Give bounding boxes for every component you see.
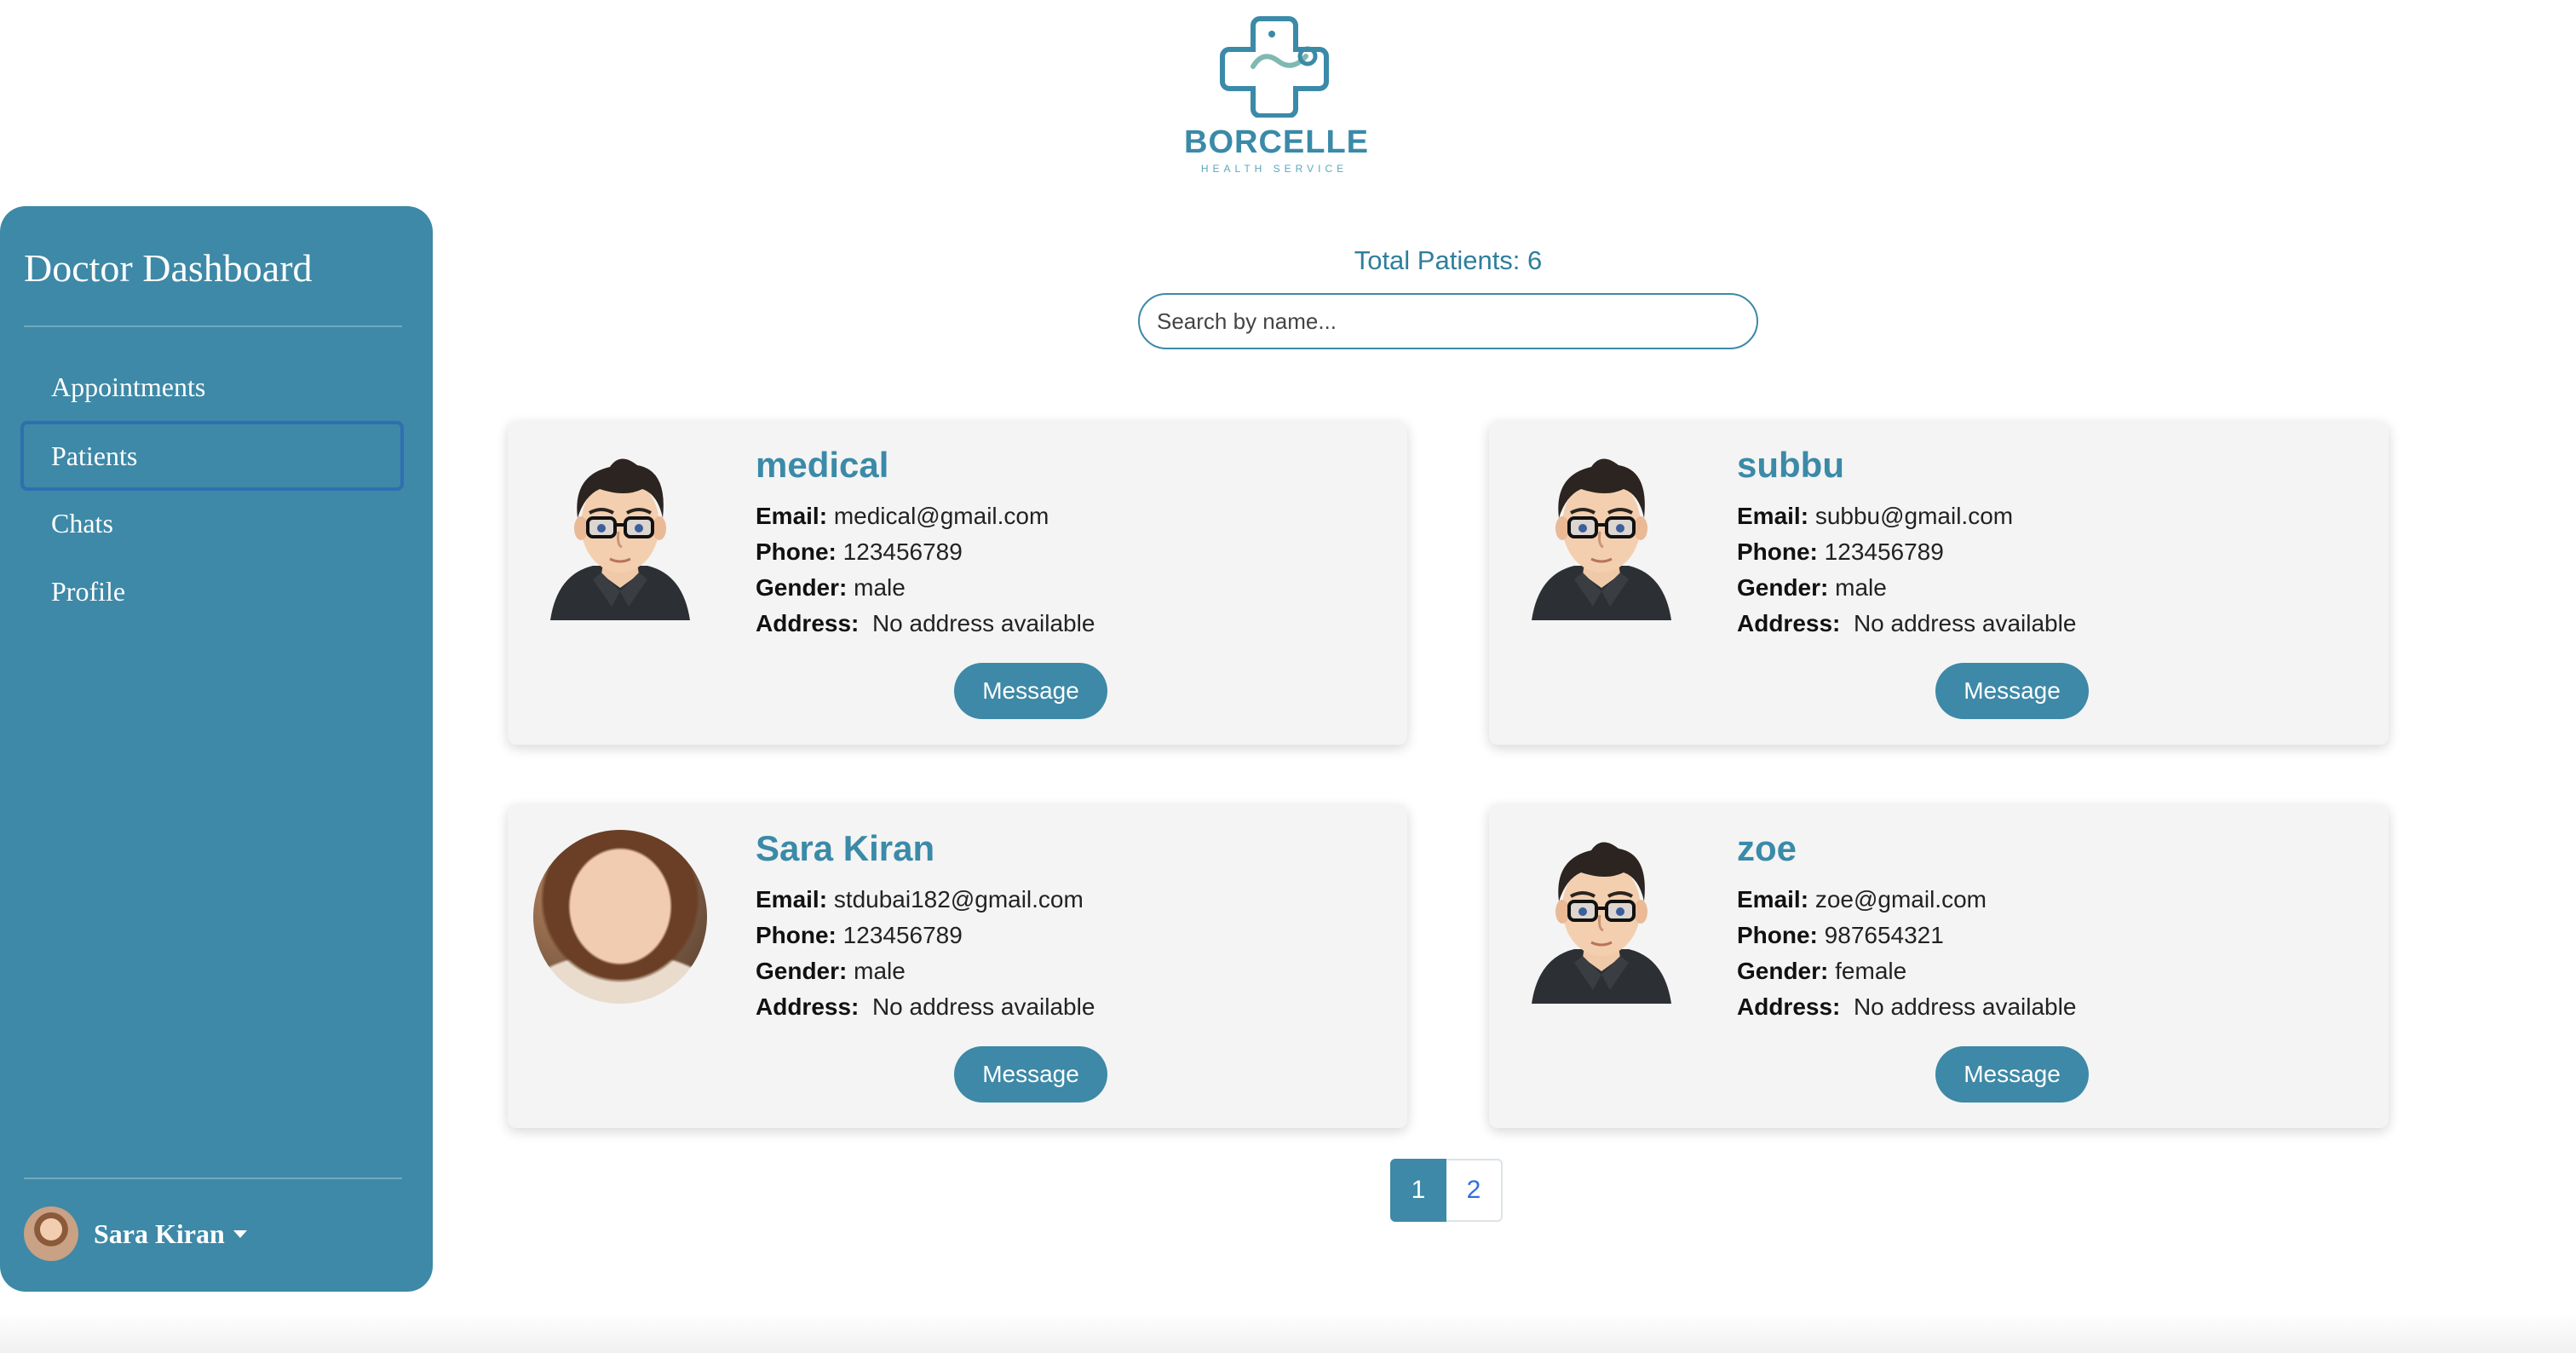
cartoon-avatar-icon <box>1515 446 1688 620</box>
message-button[interactable]: Message <box>954 663 1107 719</box>
avatar <box>24 1206 78 1261</box>
gender-label: Gender: <box>1737 958 1829 984</box>
address-label: Address: <box>1737 993 1841 1020</box>
email-value: stdubai182@gmail.com <box>833 886 1084 913</box>
gender-label: Gender: <box>756 958 848 984</box>
patient-email: Email: zoe@gmail.com <box>1737 886 1987 913</box>
email-label: Email: <box>756 886 828 913</box>
patient-address: Address: No address available <box>1737 610 2076 637</box>
patient-gender: Gender: male <box>1737 574 1887 602</box>
search-input[interactable] <box>1138 293 1758 349</box>
sidebar-item-appointments[interactable]: Appointments <box>20 353 404 423</box>
address-value: No address available <box>1853 610 2077 636</box>
address-value: No address available <box>871 993 1095 1020</box>
bottom-shadow <box>0 1312 2576 1353</box>
address-value: No address available <box>1853 993 2077 1020</box>
phone-label: Phone: <box>1737 538 1818 565</box>
sidebar-divider-top <box>24 325 402 327</box>
patient-phone: Phone: 123456789 <box>756 538 963 566</box>
phone-value: 123456789 <box>842 922 963 948</box>
total-patients-count: Total Patients: 6 <box>1354 245 1543 275</box>
brand-name: BORCELLE <box>1184 124 1369 160</box>
user-menu[interactable]: Sara Kiran <box>24 1206 247 1261</box>
patient-email: Email: medical@gmail.com <box>756 503 1049 530</box>
patient-phone: Phone: 123456789 <box>1737 538 1944 566</box>
phone-value: 123456789 <box>842 538 963 565</box>
patient-name: medical <box>756 445 889 485</box>
sidebar-item-profile[interactable]: Profile <box>20 557 404 627</box>
patient-name: Sara Kiran <box>756 828 935 868</box>
patient-gender: Gender: male <box>756 958 906 985</box>
patient-card: medical Email: medical@gmail.com Phone: … <box>508 421 1407 745</box>
gender-label: Gender: <box>1737 574 1829 601</box>
patient-gender: Gender: female <box>1737 958 1906 985</box>
sidebar-item-patients[interactable]: Patients <box>20 421 404 491</box>
patient-card: zoe Email: zoe@gmail.com Phone: 98765432… <box>1489 804 2389 1128</box>
sidebar-title: Doctor Dashboard <box>24 246 313 290</box>
patient-phone: Phone: 987654321 <box>1737 922 1944 949</box>
message-button[interactable]: Message <box>954 1046 1107 1103</box>
gender-label: Gender: <box>756 574 848 601</box>
patient-address: Address: No address available <box>1737 993 2076 1021</box>
patient-name: zoe <box>1737 828 1797 868</box>
email-label: Email: <box>756 503 828 529</box>
phone-label: Phone: <box>756 922 837 948</box>
phone-label: Phone: <box>756 538 837 565</box>
phone-value: 987654321 <box>1824 922 1944 948</box>
sidebar: Doctor Dashboard Appointments Patients C… <box>0 206 433 1292</box>
caret-down-icon <box>233 1229 247 1238</box>
patient-address: Address: No address available <box>756 610 1095 637</box>
phone-label: Phone: <box>1737 922 1818 948</box>
address-label: Address: <box>756 610 860 636</box>
phone-value: 123456789 <box>1824 538 1944 565</box>
page: BORCELLE HEALTH SERVICE Doctor Dashboard… <box>0 0 2576 1353</box>
gender-value: female <box>1835 958 1907 984</box>
patient-card: subbu Email: subbu@gmail.com Phone: 1234… <box>1489 421 2389 745</box>
patient-address: Address: No address available <box>756 993 1095 1021</box>
patient-name: subbu <box>1737 445 1844 485</box>
address-label: Address: <box>756 993 860 1020</box>
address-value: No address available <box>871 610 1095 636</box>
page-button-1[interactable]: 1 <box>1390 1159 1446 1222</box>
sidebar-item-chats[interactable]: Chats <box>20 489 404 559</box>
cartoon-avatar-icon <box>533 446 707 620</box>
cartoon-avatar-icon <box>1515 830 1688 1004</box>
page-button-2[interactable]: 2 <box>1446 1159 1503 1222</box>
message-button[interactable]: Message <box>1935 663 2089 719</box>
email-value: subbu@gmail.com <box>1814 503 2014 529</box>
gender-value: male <box>1835 574 1887 601</box>
photo-avatar <box>533 830 707 1004</box>
sidebar-divider-bottom <box>24 1177 402 1179</box>
patient-phone: Phone: 123456789 <box>756 922 963 949</box>
gender-value: male <box>854 958 906 984</box>
patient-card: Sara Kiran Email: stdubai182@gmail.com P… <box>508 804 1407 1128</box>
brand-tagline: HEALTH SERVICE <box>1200 163 1348 175</box>
gender-value: male <box>854 574 906 601</box>
email-value: medical@gmail.com <box>833 503 1049 529</box>
email-label: Email: <box>1737 503 1809 529</box>
address-label: Address: <box>1737 610 1841 636</box>
medical-cross-logo-icon <box>1220 16 1329 118</box>
brand-logo: BORCELLE HEALTH SERVICE <box>1184 15 1369 186</box>
message-button[interactable]: Message <box>1935 1046 2089 1103</box>
patient-gender: Gender: male <box>756 574 906 602</box>
patient-email: Email: stdubai182@gmail.com <box>756 886 1084 913</box>
email-label: Email: <box>1737 886 1809 913</box>
email-value: zoe@gmail.com <box>1814 886 1987 913</box>
patient-email: Email: subbu@gmail.com <box>1737 503 2013 530</box>
user-name: Sara Kiran <box>94 1218 225 1249</box>
pagination: 1 2 <box>1390 1159 1503 1222</box>
